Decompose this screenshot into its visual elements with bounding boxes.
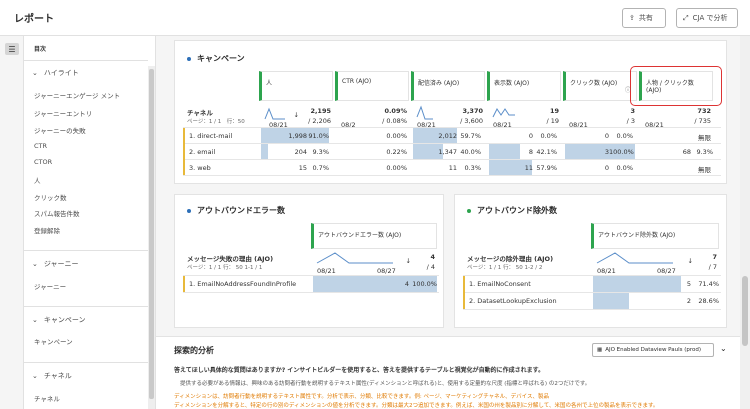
dimension-label: チャネル [187, 109, 213, 117]
dataview-icon: ▦ [597, 347, 603, 353]
share-button[interactable]: ⇪ 共有 [622, 8, 666, 28]
col-header-ctr[interactable]: CTR (AJO) [335, 71, 409, 101]
table-row[interactable]: 1. EmailNoConsent [469, 280, 531, 288]
toc-section-journey-header[interactable]: ⌄ ジャーニー [32, 259, 79, 269]
bar-exclusion-1 [593, 276, 681, 292]
chevron-down-icon[interactable]: ⌄ [720, 344, 727, 353]
toc-item[interactable]: CTR [34, 142, 47, 150]
campaign-card: キャンペーン 人 CTR (AJO) 配信済み (AJO) 表示数 (AJO) … [174, 40, 727, 184]
main-scrollbar[interactable] [740, 36, 750, 409]
toc-item[interactable]: スパム報告件数 [34, 208, 80, 218]
chevron-down-icon: ⌄ [32, 260, 38, 268]
toc-section-highlights-header[interactable]: ⌄ ハイライト [32, 68, 79, 78]
bar-people-2 [261, 144, 268, 159]
sparkline-errors [316, 252, 393, 264]
top-bar: レポート ⇪ 共有 ⤢ CJA で分析 [0, 0, 750, 36]
toc-item[interactable]: キャンペーン [34, 336, 73, 346]
grid-line [463, 309, 721, 310]
outbound-error-card: アウトバウンドエラー数 アウトバウンドエラー数 (AJO) メッセージ失敗の理由… [174, 194, 444, 328]
col-header-outbound-errors[interactable]: アウトバウンドエラー数 (AJO) [311, 223, 437, 249]
grid-line [183, 159, 721, 160]
toc-title: 目次 [34, 46, 47, 53]
toc-item[interactable]: 登録解除 [34, 225, 60, 235]
toc-divider [24, 250, 148, 251]
chevron-down-icon: ⌄ [32, 316, 38, 324]
table-row[interactable]: 2. email [189, 148, 215, 156]
sort-icon[interactable]: ↓ [289, 111, 299, 119]
section-dot [467, 208, 471, 213]
cja-icon: ⤢ [683, 13, 689, 22]
page-info: ページ：1 / 1 行： 50 1-1 / 1 [187, 265, 263, 271]
toc-item[interactable]: ジャーニーエンゲージ メント [34, 90, 120, 100]
toc-item[interactable]: 人 [34, 175, 41, 185]
table-row[interactable]: 2. DatasetLookupExclusion [469, 297, 557, 305]
grid-line [183, 292, 439, 293]
row-marker [183, 276, 185, 292]
dimension-label: メッセージ失敗の理由 (AJO) [187, 255, 274, 263]
explore-line-1: 提供する必要がある情報は、興味のある訪問者行動を説明するテキスト属性(ディメンシ… [180, 381, 591, 387]
section-dot [187, 56, 191, 61]
col-header-impressions[interactable]: 表示数 (AJO) [487, 71, 561, 101]
toc-section-highlights [24, 60, 148, 61]
col-header-outbound-exclusions[interactable]: アウトバウンド除外数 (AJO) [591, 223, 719, 249]
section-dot [187, 208, 191, 213]
campaign-title: キャンペーン [187, 53, 245, 64]
toc-item[interactable]: CTOR [34, 158, 52, 166]
toc-divider [24, 362, 148, 363]
col-header-people[interactable]: 人 [259, 71, 333, 101]
bar-exclusion-2 [593, 293, 629, 309]
toc-item[interactable]: クリック数 [34, 192, 67, 202]
main-content: キャンペーン 人 CTR (AJO) 配信済み (AJO) 表示数 (AJO) … [156, 36, 740, 409]
grid-line [463, 292, 721, 293]
left-rail: ☰ [0, 36, 24, 409]
col-header-delivered[interactable]: 配信済み (AJO) [411, 71, 485, 101]
info-icon[interactable]: ⓘ [625, 85, 631, 94]
outbound-exclusion-card: アウトバウンド除外数 アウトバウンド除外数 (AJO) メッセージの除外理由 (… [454, 194, 727, 328]
toc-section-campaign-header[interactable]: ⌄ キャンペーン [32, 315, 86, 325]
sort-icon[interactable]: ↓ [401, 257, 411, 265]
chevron-down-icon: ⌄ [32, 372, 38, 380]
toc-scroll-thumb[interactable] [149, 69, 154, 399]
toc-divider [24, 306, 148, 307]
outbound-exclusion-title: アウトバウンド除外数 [467, 205, 557, 216]
exploratory-card: 探索的分析 ▦ AJO Enabled Dataview Pauls (prod… [156, 336, 740, 409]
toc-section-channel-header[interactable]: ⌄ チャネル [32, 371, 72, 381]
dimension-label: メッセージの除外理由 (AJO) [467, 255, 554, 263]
table-row[interactable]: 1. direct-mail [189, 132, 232, 140]
toc-item[interactable]: ジャーニーエントリ [34, 108, 92, 118]
toc-item[interactable]: チャネル [34, 393, 60, 403]
page-info: ページ：1 / 1 行： 50 1-2 / 2 [467, 265, 543, 271]
sparkline-exclusions [596, 252, 673, 264]
analyze-in-cja-button[interactable]: ⤢ CJA で分析 [676, 8, 738, 28]
main-scroll-thumb[interactable] [742, 276, 748, 346]
toc-item[interactable]: ジャーニー [34, 281, 66, 291]
highlight-box [630, 66, 722, 106]
sort-icon[interactable]: ↓ [683, 257, 693, 265]
outbound-error-title: アウトバウンドエラー数 [187, 205, 285, 216]
toc-panel: 目次 ⌄ ハイライト ジャーニーエンゲージ メント ジャーニーエントリ ジャーニー… [24, 36, 156, 409]
toc-scrollbar[interactable] [148, 66, 155, 409]
chevron-down-icon: ⌄ [32, 69, 38, 77]
table-row[interactable]: 1. EmailNoAddressFoundInProfile [189, 280, 296, 288]
grid-line [183, 175, 721, 176]
table-row[interactable]: 3. web [189, 164, 211, 172]
explore-question: 答えてほしい具体的な質問はありますか? インサイトビルダーを使用すると、答えを提… [174, 367, 545, 374]
exploratory-title: 探索的分析 [174, 346, 214, 355]
share-icon: ⇪ [629, 14, 635, 22]
row-marker [183, 128, 185, 175]
row-marker [463, 276, 465, 309]
list-icon[interactable]: ☰ [5, 43, 19, 55]
page-info: ページ：1 / 1 行：50 [187, 119, 245, 125]
grid-line [463, 275, 721, 276]
dataview-selector[interactable]: ▦ AJO Enabled Dataview Pauls (prod) [592, 343, 714, 357]
explore-line-3: ディメンションを分解すると、特定の行の別のディメンションの値を分析できます。分類… [174, 403, 659, 409]
explore-line-2: ディメンションは、訪問者行動を説明するテキスト属性です。分析で表示、分類、比較で… [174, 394, 550, 400]
toc-item[interactable]: ジャーニーの失敗 [34, 125, 86, 135]
page-title: レポート [14, 14, 54, 25]
